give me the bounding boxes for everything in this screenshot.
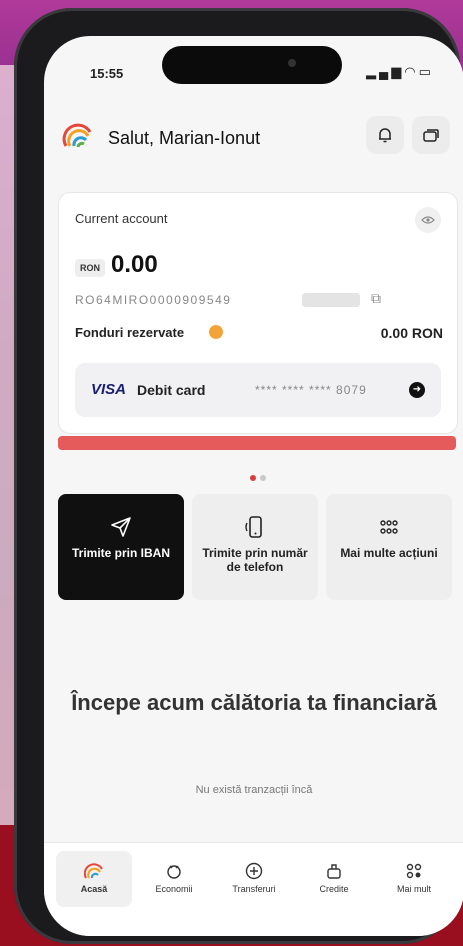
grid-dots-icon [380,520,398,534]
nav-label: Economii [155,884,193,894]
credit-icon [327,864,341,879]
account-card[interactable]: Current account RON 0.00 RO64MIRO0000909… [58,192,458,434]
nav-label: Credite [319,884,349,894]
action-label: Trimite prin număr de telefon [202,546,308,574]
camera-dot [288,59,296,67]
phone-icon [245,516,262,538]
debit-card-label: Debit card [137,382,206,398]
nav-item-credits[interactable]: Credite [296,851,372,907]
notifications-button[interactable] [366,116,404,154]
visa-logo: VISA [91,381,127,398]
dynamic-island [162,46,342,84]
nav-label: Transferuri [232,884,276,894]
wifi-icon: ◠ [404,64,419,79]
more-icon [406,863,422,879]
bank-logo-icon[interactable] [62,120,94,152]
send-phone-button[interactable]: Trimite prin număr de telefon [192,494,318,600]
bottom-nav: Acasă Economii Transferuri Credite Mai m… [44,842,463,936]
home-icon [84,863,103,879]
transfer-icon [245,862,263,880]
eye-icon [421,216,435,224]
nav-item-savings[interactable]: Economii [136,851,212,907]
phone-frame: 15:55 ▂▄▆◠▭ Salut, Marian-Ionut Current … [14,8,463,944]
nav-item-more[interactable]: Mai mult [376,851,452,907]
signal-icon: ▂▄▆ [366,64,405,79]
arrow-right-icon[interactable]: ➜ [409,382,425,398]
nav-item-home[interactable]: Acasă [56,851,132,907]
cards-button[interactable] [412,116,450,154]
status-icons: ▂▄▆◠▭ [366,64,434,80]
send-icon [111,517,131,537]
piggy-icon [167,865,181,879]
nav-label: Acasă [80,884,108,894]
battery-icon: ▭ [418,64,434,79]
account-balance: 0.00 [111,251,158,278]
account-title: Current account [75,211,168,226]
iban-mask [302,293,360,307]
reserved-funds-value: 0.00 RON [380,325,443,341]
action-label: Trimite prin IBAN [71,546,170,560]
debit-card-row[interactable]: VISA Debit card **** **** **** 8079 ➜ [75,363,441,417]
send-iban-button[interactable]: Trimite prin IBAN [58,494,184,600]
card-number: **** **** **** 8079 [255,383,367,397]
next-card-strip [58,436,456,450]
toggle-visibility-button[interactable] [415,207,441,233]
carousel-indicator [248,468,268,486]
carousel-dot [260,475,266,481]
currency-badge: RON [75,259,105,277]
app-screen: 15:55 ▂▄▆◠▭ Salut, Marian-Ionut Current … [44,36,463,936]
status-time: 15:55 [90,66,124,81]
greeting: Salut, Marian-Ionut [108,128,261,148]
nav-label: Mai mult [396,884,431,894]
iban-text: RO64MIRO0000909549 [75,293,232,307]
empty-state-message: Nu există tranzacții încă [195,784,313,796]
info-icon[interactable] [209,325,223,339]
reserved-funds-label: Fonduri rezervate [75,325,185,340]
nav-item-transfers[interactable]: Transferuri [216,851,292,907]
carousel-dot-active [250,475,256,481]
cards-icon [423,129,439,142]
copy-icon[interactable]: ⧉ [371,290,381,307]
empty-state-headline: Începe acum călătoria ta financiară [71,690,437,715]
bell-icon [379,128,391,143]
more-actions-button[interactable]: Mai multe acțiuni [326,494,452,600]
action-label: Mai multe acțiuni [340,546,438,560]
